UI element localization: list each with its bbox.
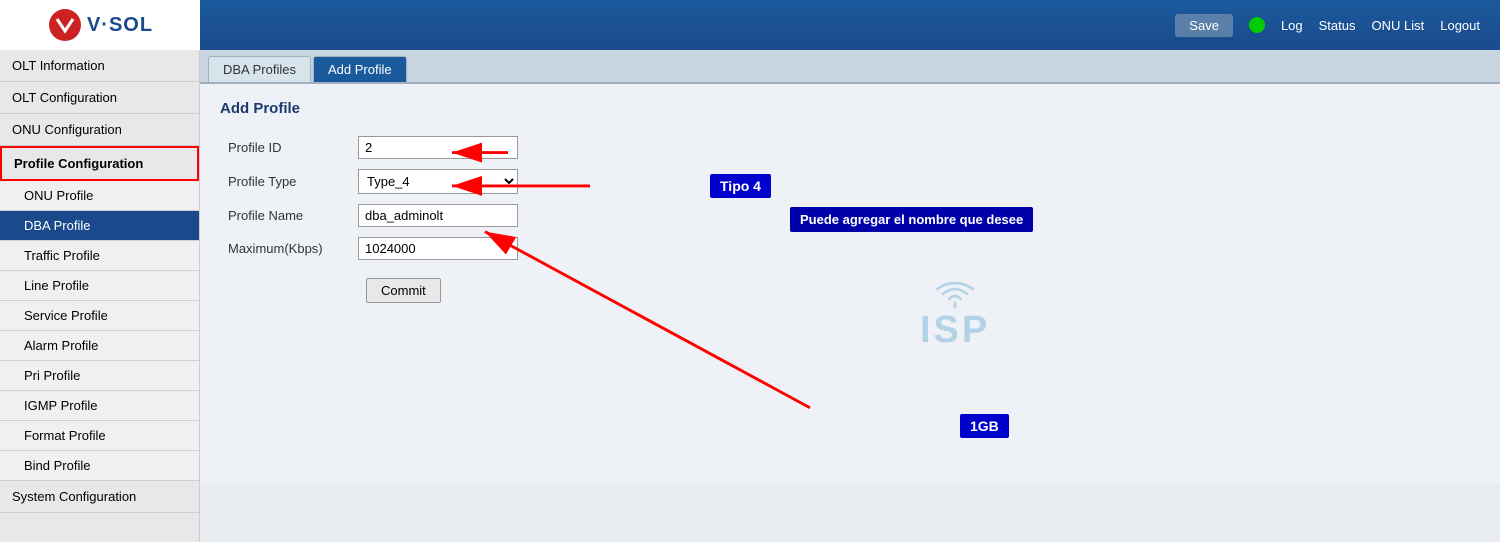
maximum-cell bbox=[350, 232, 526, 265]
profile-name-label: Profile Name bbox=[220, 199, 350, 232]
profile-type-cell: Type_1 Type_2 Type_3 Type_4 Type_5 bbox=[350, 164, 526, 199]
sidebar-item-bind-profile[interactable]: Bind Profile bbox=[0, 451, 199, 481]
sidebar-item-format-profile[interactable]: Format Profile bbox=[0, 421, 199, 451]
profile-name-row: Profile Name bbox=[220, 199, 526, 232]
annotation-tipo4: Tipo 4 bbox=[710, 174, 771, 198]
add-profile-form: Profile ID Profile Type Type_1 Type_2 Ty… bbox=[220, 131, 526, 308]
vsol-logo-icon bbox=[47, 7, 83, 43]
sidebar-item-line-profile[interactable]: Line Profile bbox=[0, 271, 199, 301]
profile-id-input[interactable] bbox=[358, 136, 518, 159]
sidebar-item-onu-profile[interactable]: ONU Profile bbox=[0, 181, 199, 211]
commit-row: Commit bbox=[220, 265, 526, 308]
log-link[interactable]: Log bbox=[1281, 18, 1303, 33]
profile-name-cell bbox=[350, 199, 526, 232]
tab-bar: DBA Profiles Add Profile bbox=[200, 50, 1500, 84]
sidebar-item-pri-profile[interactable]: Pri Profile bbox=[0, 361, 199, 391]
sidebar-item-dba-profile[interactable]: DBA Profile bbox=[0, 211, 199, 241]
commit-button[interactable]: Commit bbox=[366, 278, 441, 303]
logout-link[interactable]: Logout bbox=[1440, 18, 1480, 33]
status-link[interactable]: Status bbox=[1319, 18, 1356, 33]
status-indicator bbox=[1249, 17, 1265, 33]
profile-id-label: Profile ID bbox=[220, 131, 350, 164]
header: V·SOL Save Log Status ONU List Logout bbox=[0, 0, 1500, 50]
maximum-label: Maximum(Kbps) bbox=[220, 232, 350, 265]
sidebar-item-olt-configuration[interactable]: OLT Configuration bbox=[0, 82, 199, 114]
logo-area: V·SOL bbox=[0, 0, 200, 50]
content-area: Add Profile Profile ID Profile Type Type… bbox=[200, 84, 1500, 484]
isp-watermark: ISP bbox=[920, 279, 990, 349]
maximum-row: Maximum(Kbps) bbox=[220, 232, 526, 265]
sidebar-item-profile-configuration[interactable]: Profile Configuration bbox=[0, 146, 199, 181]
sidebar-item-system-configuration[interactable]: System Configuration bbox=[0, 481, 199, 513]
profile-name-input[interactable] bbox=[358, 204, 518, 227]
sidebar-item-service-profile[interactable]: Service Profile bbox=[0, 301, 199, 331]
profile-type-row: Profile Type Type_1 Type_2 Type_3 Type_4… bbox=[220, 164, 526, 199]
profile-id-cell bbox=[350, 131, 526, 164]
main-content: DBA Profiles Add Profile Add Profile Pro… bbox=[200, 50, 1500, 542]
save-button[interactable]: Save bbox=[1175, 14, 1233, 37]
sidebar: OLT Information OLT Configuration ONU Co… bbox=[0, 50, 200, 542]
isp-text: ISP bbox=[920, 311, 990, 349]
header-controls: Save Log Status ONU List Logout bbox=[1175, 14, 1480, 37]
layout: OLT Information OLT Configuration ONU Co… bbox=[0, 50, 1500, 542]
annotation-nombre: Puede agregar el nombre que desee bbox=[790, 207, 1033, 232]
profile-type-select[interactable]: Type_1 Type_2 Type_3 Type_4 Type_5 bbox=[358, 169, 518, 194]
page-title: Add Profile bbox=[220, 100, 1480, 117]
tab-dba-profiles[interactable]: DBA Profiles bbox=[208, 56, 311, 82]
profile-id-row: Profile ID bbox=[220, 131, 526, 164]
sidebar-item-onu-configuration[interactable]: ONU Configuration bbox=[0, 114, 199, 146]
maximum-input[interactable] bbox=[358, 237, 518, 260]
sidebar-item-alarm-profile[interactable]: Alarm Profile bbox=[0, 331, 199, 361]
logo-text: V·SOL bbox=[87, 14, 153, 37]
profile-type-label: Profile Type bbox=[220, 164, 350, 199]
annotation-1gb: 1GB bbox=[960, 414, 1009, 438]
sidebar-item-igmp-profile[interactable]: IGMP Profile bbox=[0, 391, 199, 421]
commit-cell: Commit bbox=[350, 265, 526, 308]
tab-add-profile[interactable]: Add Profile bbox=[313, 56, 407, 82]
sidebar-item-traffic-profile[interactable]: Traffic Profile bbox=[0, 241, 199, 271]
onu-list-link[interactable]: ONU List bbox=[1372, 18, 1425, 33]
sidebar-item-olt-information[interactable]: OLT Information bbox=[0, 50, 199, 82]
